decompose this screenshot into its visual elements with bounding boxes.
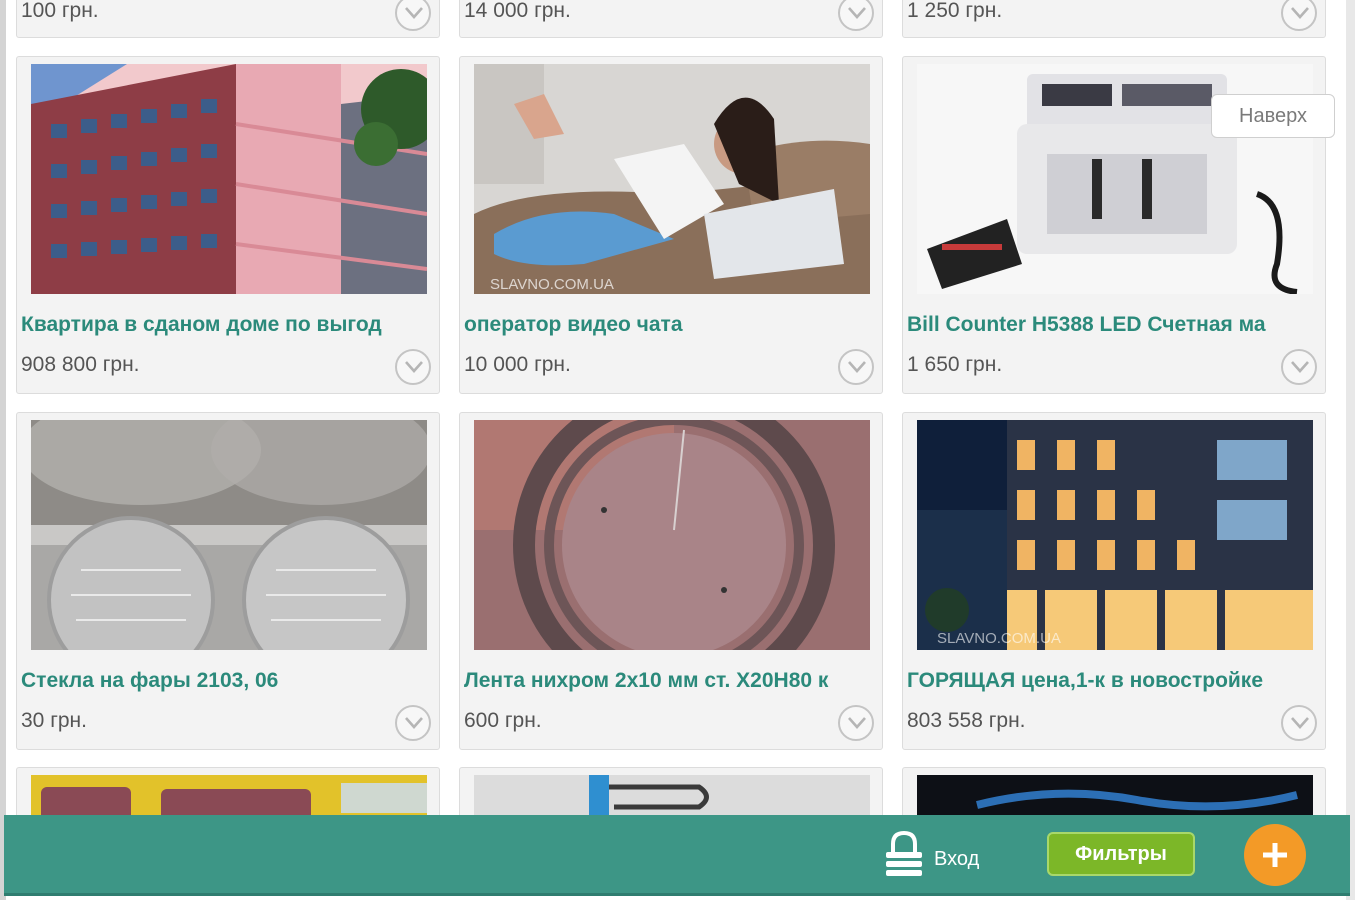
listing-card[interactable]: Квартира в сданом доме по выгод 908 800 … — [16, 56, 440, 394]
listing-card[interactable]: SLAVNO.COM.UA ГОРЯЩАЯ цена,1-к в новостр… — [902, 412, 1326, 750]
more-button[interactable] — [395, 0, 431, 31]
listing-card[interactable]: Лента нихром 2х10 мм ст. Х20Н80 к 600 гр… — [459, 412, 883, 750]
listing-price: 1 650 грн. — [907, 353, 1003, 376]
listing-price: 803 558 грн. — [907, 709, 1026, 732]
night-building-photo[interactable]: SLAVNO.COM.UA — [917, 420, 1313, 650]
more-button[interactable] — [1281, 349, 1317, 385]
headlight-glass-photo[interactable] — [31, 420, 427, 650]
login-label: Вход — [934, 848, 980, 870]
listing-price: 30 грн. — [21, 709, 87, 732]
listing-price: 600 грн. — [464, 709, 542, 732]
listing-title[interactable]: оператор видео чата — [464, 313, 874, 339]
chevron-down-icon — [405, 361, 423, 373]
back-to-top-button[interactable]: Наверх — [1211, 94, 1335, 138]
listing-card[interactable]: 14 000 грн. — [459, 0, 883, 38]
listing-card[interactable]: 100 грн. — [16, 0, 440, 38]
listing-title[interactable]: Стекла на фары 2103, 06 — [21, 669, 431, 695]
chevron-down-icon — [848, 361, 866, 373]
watermark: SLAVNO.COM.UA — [937, 630, 1061, 647]
building-photo[interactable] — [31, 64, 427, 294]
woman-laptop-photo[interactable]: SLAVNO.COM.UA — [474, 64, 870, 294]
listings-grid: 100 грн. 14 000 грн. 1 250 грн. Квартира… — [0, 0, 1355, 900]
listing-price: 908 800 грн. — [21, 353, 140, 376]
chevron-down-icon — [848, 717, 866, 729]
listing-title[interactable]: Квартира в сданом доме по выгод — [21, 313, 431, 339]
nichrome-coil-photo[interactable] — [474, 420, 870, 650]
listing-card[interactable]: 1 250 грн. — [902, 0, 1326, 38]
filters-button[interactable]: Фильтры — [1047, 832, 1195, 876]
listing-price: 1 250 грн. — [907, 0, 1003, 22]
chevron-down-icon — [1291, 717, 1309, 729]
watermark: SLAVNO.COM.UA — [490, 276, 614, 293]
listing-price: 100 грн. — [21, 0, 99, 22]
more-button[interactable] — [1281, 705, 1317, 741]
chevron-down-icon — [405, 7, 423, 19]
chevron-down-icon — [1291, 361, 1309, 373]
listing-price: 10 000 грн. — [464, 353, 571, 376]
listing-title[interactable]: ГОРЯЩАЯ цена,1-к в новостройке — [907, 669, 1317, 695]
listing-title[interactable]: Лента нихром 2х10 мм ст. Х20Н80 к — [464, 669, 874, 695]
chevron-down-icon — [1291, 7, 1309, 19]
listing-card[interactable]: SLAVNO.COM.UA оператор видео чата 10 000… — [459, 56, 883, 394]
more-button[interactable] — [395, 705, 431, 741]
lock-icon — [886, 830, 922, 876]
listing-card[interactable]: Стекла на фары 2103, 06 30 грн. — [16, 412, 440, 750]
chevron-down-icon — [848, 7, 866, 19]
bottom-toolbar: Вход Фильтры — [4, 815, 1350, 896]
more-button[interactable] — [395, 349, 431, 385]
more-button[interactable] — [1281, 0, 1317, 31]
listing-price: 14 000 грн. — [464, 0, 571, 22]
plus-icon — [1263, 843, 1287, 867]
more-button[interactable] — [838, 349, 874, 385]
listing-title[interactable]: Bill Counter H5388 LED Счетная ма — [907, 313, 1317, 339]
more-button[interactable] — [838, 0, 874, 31]
add-listing-button[interactable] — [1244, 824, 1306, 886]
more-button[interactable] — [838, 705, 874, 741]
chevron-down-icon — [405, 717, 423, 729]
